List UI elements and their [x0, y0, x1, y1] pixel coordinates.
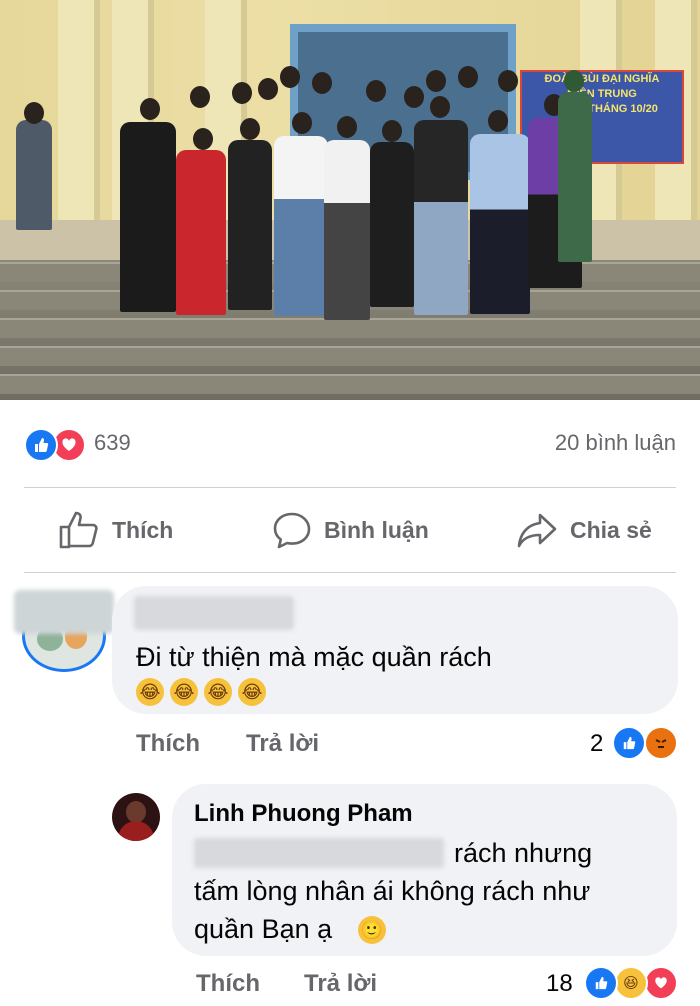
reaction-count[interactable]: 639 [94, 430, 131, 456]
post-photo[interactable]: ĐOÀN BÙI ĐẠI NGHĨA MIỀN TRUNG LŨ LỤT THÁ… [0, 0, 700, 400]
comment-reaction-count[interactable]: 2 [590, 730, 603, 758]
reply-like-link[interactable]: Thích [196, 970, 260, 998]
stair-step [0, 346, 700, 366]
person-head [280, 66, 300, 88]
person-head [426, 70, 446, 92]
person [274, 136, 328, 316]
person-head [564, 70, 584, 92]
like-icon [24, 428, 58, 462]
person [16, 120, 52, 230]
banner-line: ĐOÀN BÙI ĐẠI NGHĨA [544, 73, 660, 85]
person-head [24, 102, 44, 124]
person-head [140, 98, 160, 120]
person [324, 140, 370, 320]
comment-button-label: Bình luận [324, 516, 429, 543]
person-head [366, 80, 386, 102]
person-head [193, 128, 213, 150]
reply-reply-link[interactable]: Trả lời [304, 970, 377, 998]
haha-icon: 😆 [614, 966, 648, 1000]
like-icon [584, 966, 618, 1000]
pillar [58, 0, 100, 240]
person [120, 122, 176, 312]
love-icon [644, 966, 678, 1000]
rofl-emoji: 😂 [238, 678, 266, 706]
person [470, 134, 530, 314]
comment-emoji-row: 😂 😂 😂 😂 [136, 678, 272, 708]
person-head [498, 70, 518, 92]
person [414, 120, 468, 315]
like-button[interactable]: Thích [58, 508, 173, 552]
reply-author-avatar[interactable] [112, 793, 160, 841]
person-head [258, 78, 278, 100]
reactions-summary[interactable]: 639 20 bình luận [0, 418, 700, 468]
person-head [190, 86, 210, 108]
comment-bubble: Đi từ thiện mà mặc quần rách 😂 😂 😂 😂 [112, 586, 678, 714]
share-button[interactable]: Chia sẻ [516, 508, 652, 552]
comment-reply-link[interactable]: Trả lời [246, 730, 319, 758]
divider [24, 572, 676, 573]
reply-author-name[interactable]: Linh Phuong Pham [194, 800, 413, 828]
like-icon [612, 726, 646, 760]
rofl-emoji: 😂 [170, 678, 198, 706]
comment-bubble-icon [273, 512, 311, 549]
person-head [488, 110, 508, 132]
thumbs-up-icon [59, 511, 98, 549]
person [176, 150, 226, 315]
comment-button[interactable]: Bình luận [272, 508, 429, 552]
person-head [404, 86, 424, 108]
reply-bubble: Linh Phuong Pham rách nhưng tấm lòng nhâ… [172, 784, 677, 956]
person-head [240, 118, 260, 140]
blurred-mention [194, 838, 444, 868]
reply-text-line-2: tấm lòng nhân ái không rách như [194, 876, 591, 906]
comment-like-link[interactable]: Thích [136, 730, 200, 758]
blurred-author-name [134, 596, 294, 630]
reply-reaction-count[interactable]: 18 [546, 970, 573, 998]
like-button-label: Thích [112, 516, 174, 543]
person-head [232, 82, 252, 104]
person-head [458, 66, 478, 88]
comment-count[interactable]: 20 bình luận [555, 430, 676, 456]
smile-emoji: 🙂 [358, 916, 386, 944]
reaction-icons [24, 428, 88, 462]
person-head [312, 72, 332, 94]
person [558, 92, 592, 262]
person-head [382, 120, 402, 142]
rofl-emoji: 😂 [136, 678, 164, 706]
rofl-emoji: 😂 [204, 678, 232, 706]
stair-step [0, 374, 700, 394]
person [370, 142, 414, 307]
angry-icon [644, 726, 678, 760]
blurred-region [14, 590, 114, 634]
post-actions: Thích Bình luận Chia sẻ [0, 490, 700, 570]
share-button-label: Chia sẻ [570, 516, 652, 543]
share-arrow-icon [517, 513, 557, 548]
person [228, 140, 272, 310]
reply-text-line-3: quần Bạn ạ [194, 914, 333, 944]
reply-text-line-1: rách nhưng [454, 838, 593, 868]
divider [24, 487, 676, 488]
person-head [430, 96, 450, 118]
stair-step [0, 318, 700, 338]
person-head [337, 116, 357, 138]
person-head [292, 112, 312, 134]
comment-text: Đi từ thiện mà mặc quần rách [136, 642, 492, 672]
